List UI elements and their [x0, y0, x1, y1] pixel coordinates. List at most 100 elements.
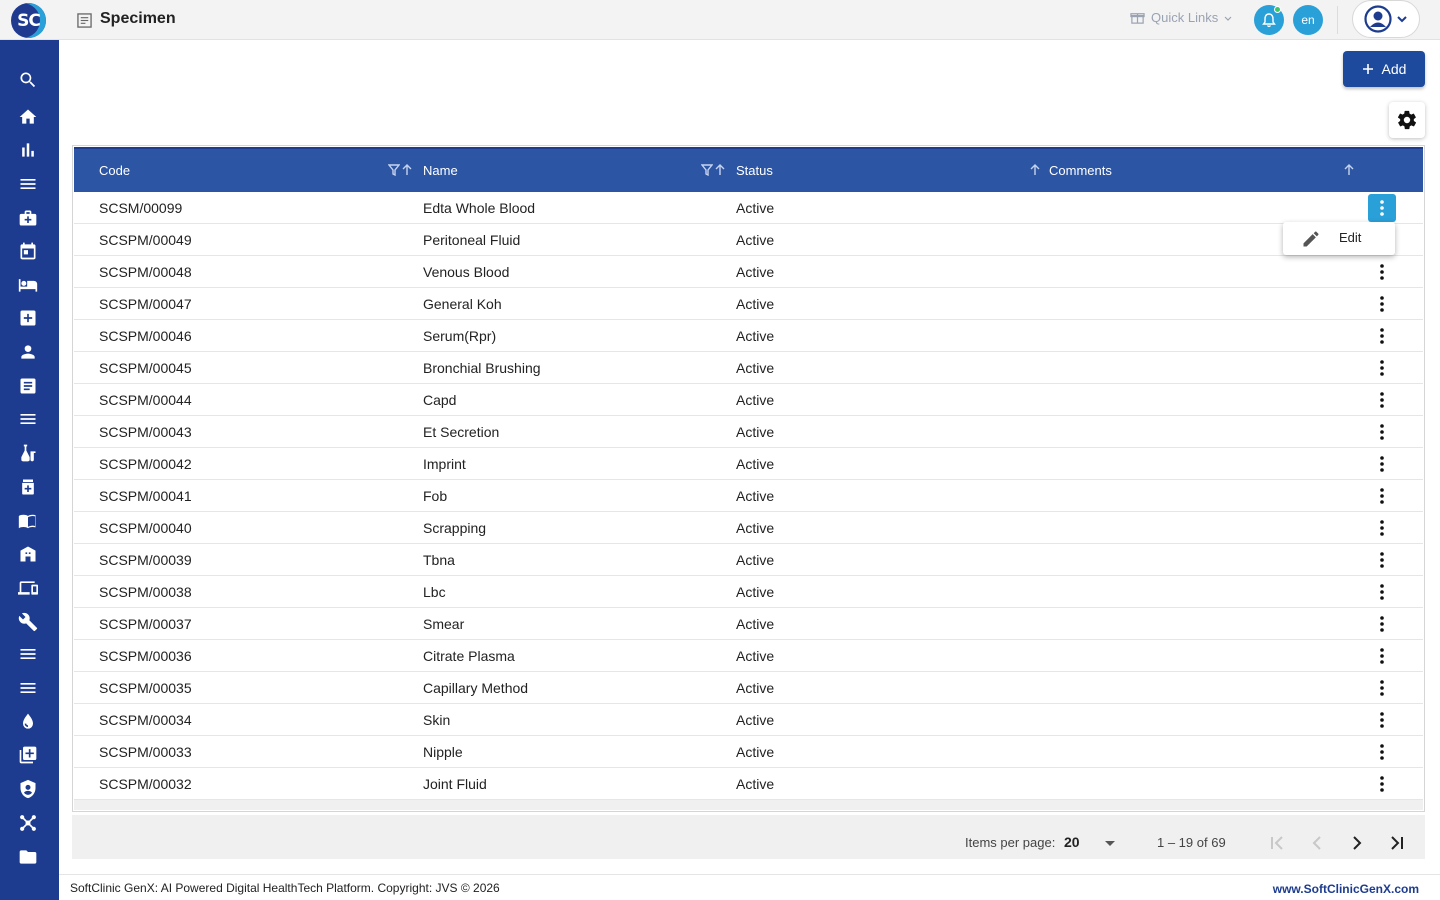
table-row[interactable]: SCSPM/00048 Venous Blood Active	[74, 256, 1423, 288]
row-actions-button[interactable]	[1370, 292, 1394, 316]
row-actions-button[interactable]	[1370, 260, 1394, 284]
row-actions-button[interactable]	[1370, 452, 1394, 476]
row-actions-button[interactable]	[1370, 708, 1394, 732]
status-sort[interactable]	[1029, 163, 1041, 177]
cell-status: Active	[736, 551, 775, 568]
sidebar-person-icon[interactable]	[16, 340, 40, 364]
row-actions-button[interactable]	[1370, 580, 1394, 604]
table-row[interactable]: SCSPM/00049 Peritoneal Fluid Active	[74, 224, 1423, 256]
first-page-button[interactable]	[1266, 832, 1288, 854]
column-header-status[interactable]: Status	[736, 149, 773, 192]
name-filter-sort[interactable]	[701, 163, 726, 177]
sidebar-home-icon[interactable]	[16, 105, 40, 129]
row-actions-button[interactable]	[1370, 644, 1394, 668]
page-title: Specimen	[100, 10, 176, 27]
more-vertical-icon	[1380, 680, 1384, 696]
row-actions-button[interactable]	[1370, 612, 1394, 636]
sidebar-folder-icon[interactable]	[16, 845, 40, 869]
add-button[interactable]: Add	[1343, 51, 1425, 87]
footer: SoftClinic GenX: AI Powered Digital Heal…	[59, 874, 1440, 900]
pencil-icon	[1303, 231, 1319, 247]
sidebar-wrench-icon[interactable]	[16, 610, 40, 634]
row-actions-button[interactable]	[1370, 676, 1394, 700]
table-row[interactable]: SCSPM/00033 Nipple Active	[74, 736, 1423, 768]
row-actions-button[interactable]	[1370, 356, 1394, 380]
row-actions-button[interactable]	[1370, 484, 1394, 508]
table-row[interactable]: SCSPM/00037 Smear Active	[74, 608, 1423, 640]
table-row[interactable]: SCSPM/00043 Et Secretion Active	[74, 416, 1423, 448]
sidebar-medical-plus-icon[interactable]	[16, 306, 40, 330]
comments-sort[interactable]	[1343, 163, 1355, 177]
quick-links-menu[interactable]: Quick Links	[1130, 10, 1232, 25]
language-button[interactable]: en	[1293, 5, 1323, 35]
sidebar-menu-icon[interactable]	[16, 172, 40, 196]
table-row[interactable]: SCSPM/00045 Bronchial Brushing Active	[74, 352, 1423, 384]
row-actions-button[interactable]	[1370, 772, 1394, 796]
table-row[interactable]: SCSPM/00034 Skin Active	[74, 704, 1423, 736]
cell-code: SCSPM/00047	[99, 295, 192, 312]
gear-icon	[1397, 110, 1417, 130]
website-link[interactable]: www.SoftClinicGenX.com	[1273, 882, 1419, 896]
sidebar-menu-icon[interactable]	[16, 642, 40, 666]
row-actions-button[interactable]	[1370, 420, 1394, 444]
table-row[interactable]: SCSPM/00032 Joint Fluid Active	[74, 768, 1423, 800]
sidebar-molecule-icon[interactable]	[16, 811, 40, 835]
user-menu[interactable]	[1352, 0, 1420, 38]
cell-name: Serum(Rpr)	[423, 327, 497, 344]
row-actions-button[interactable]	[1368, 194, 1396, 222]
cell-status: Active	[736, 423, 775, 440]
sidebar-blood-drop-icon[interactable]	[16, 710, 40, 734]
table-row[interactable]: SCSPM/00046 Serum(Rpr) Active	[74, 320, 1423, 352]
sidebar-pharmacy-icon[interactable]	[16, 475, 40, 499]
table-row[interactable]: SCSPM/00047 General Koh Active	[74, 288, 1423, 320]
table-row[interactable]: SCSPM/00041 Fob Active	[74, 480, 1423, 512]
cell-status: Active	[736, 391, 775, 408]
row-actions-button[interactable]	[1370, 324, 1394, 348]
app-logo[interactable]: SC	[11, 3, 46, 38]
cell-name: Capillary Method	[423, 679, 529, 696]
table-row[interactable]: SCSPM/00035 Capillary Method Active	[74, 672, 1423, 704]
cell-status: Active	[736, 263, 775, 280]
notifications-button[interactable]	[1254, 5, 1284, 35]
column-header-name[interactable]: Name	[423, 149, 458, 192]
sidebar-menu-icon[interactable]	[16, 407, 40, 431]
table-row[interactable]: SCSPM/00036 Citrate Plasma Active	[74, 640, 1423, 672]
table-row[interactable]: SCSPM/00038 Lbc Active	[74, 576, 1423, 608]
row-actions-button[interactable]	[1370, 740, 1394, 764]
row-actions-button[interactable]	[1370, 548, 1394, 572]
sidebar-add-box-icon[interactable]	[16, 743, 40, 767]
horizontal-scrollbar[interactable]	[74, 800, 1423, 810]
table-row[interactable]: SCSPM/00039 Tbna Active	[74, 544, 1423, 576]
previous-page-button[interactable]	[1306, 832, 1328, 854]
table-row[interactable]: SCSPM/00042 Imprint Active	[74, 448, 1423, 480]
sidebar-search-icon[interactable]	[16, 68, 40, 92]
table-row[interactable]: SCSPM/00040 Scrapping Active	[74, 512, 1423, 544]
sidebar-bar-chart-icon[interactable]	[16, 138, 40, 162]
next-page-button[interactable]	[1346, 832, 1368, 854]
code-filter-sort[interactable]	[388, 163, 413, 177]
arrow-up-icon	[1030, 164, 1040, 175]
sidebar-shield-icon[interactable]	[16, 777, 40, 801]
sidebar-document-list-icon[interactable]	[16, 374, 40, 398]
cell-name: Edta Whole Blood	[423, 199, 536, 216]
sidebar-bed-icon[interactable]	[16, 273, 40, 297]
column-header-code[interactable]: Code	[99, 149, 130, 192]
row-actions-button[interactable]	[1370, 516, 1394, 540]
row-actions-button[interactable]	[1370, 388, 1394, 412]
sidebar-lab-flask-icon[interactable]	[16, 441, 40, 465]
table-row[interactable]: SCSM/00099 Edta Whole Blood Active	[74, 192, 1423, 224]
sidebar-book-icon[interactable]	[16, 509, 40, 533]
cell-name: Scrapping	[423, 519, 487, 536]
sidebar-medical-bag-icon[interactable]	[16, 206, 40, 230]
items-per-page-select[interactable]: 20	[1064, 834, 1080, 850]
table-settings-button[interactable]	[1389, 102, 1425, 138]
table-row[interactable]: SCSPM/00044 Capd Active	[74, 384, 1423, 416]
sidebar-menu-icon[interactable]	[16, 676, 40, 700]
items-per-page-dropdown-icon[interactable]	[1105, 841, 1115, 846]
sidebar-store-icon[interactable]	[16, 542, 40, 566]
last-page-button[interactable]	[1386, 832, 1408, 854]
column-header-comments[interactable]: Comments	[1049, 149, 1112, 192]
edit-menu-item[interactable]: Edit	[1339, 230, 1361, 245]
sidebar-calendar-icon[interactable]	[16, 239, 40, 263]
sidebar-devices-icon[interactable]	[16, 576, 40, 600]
